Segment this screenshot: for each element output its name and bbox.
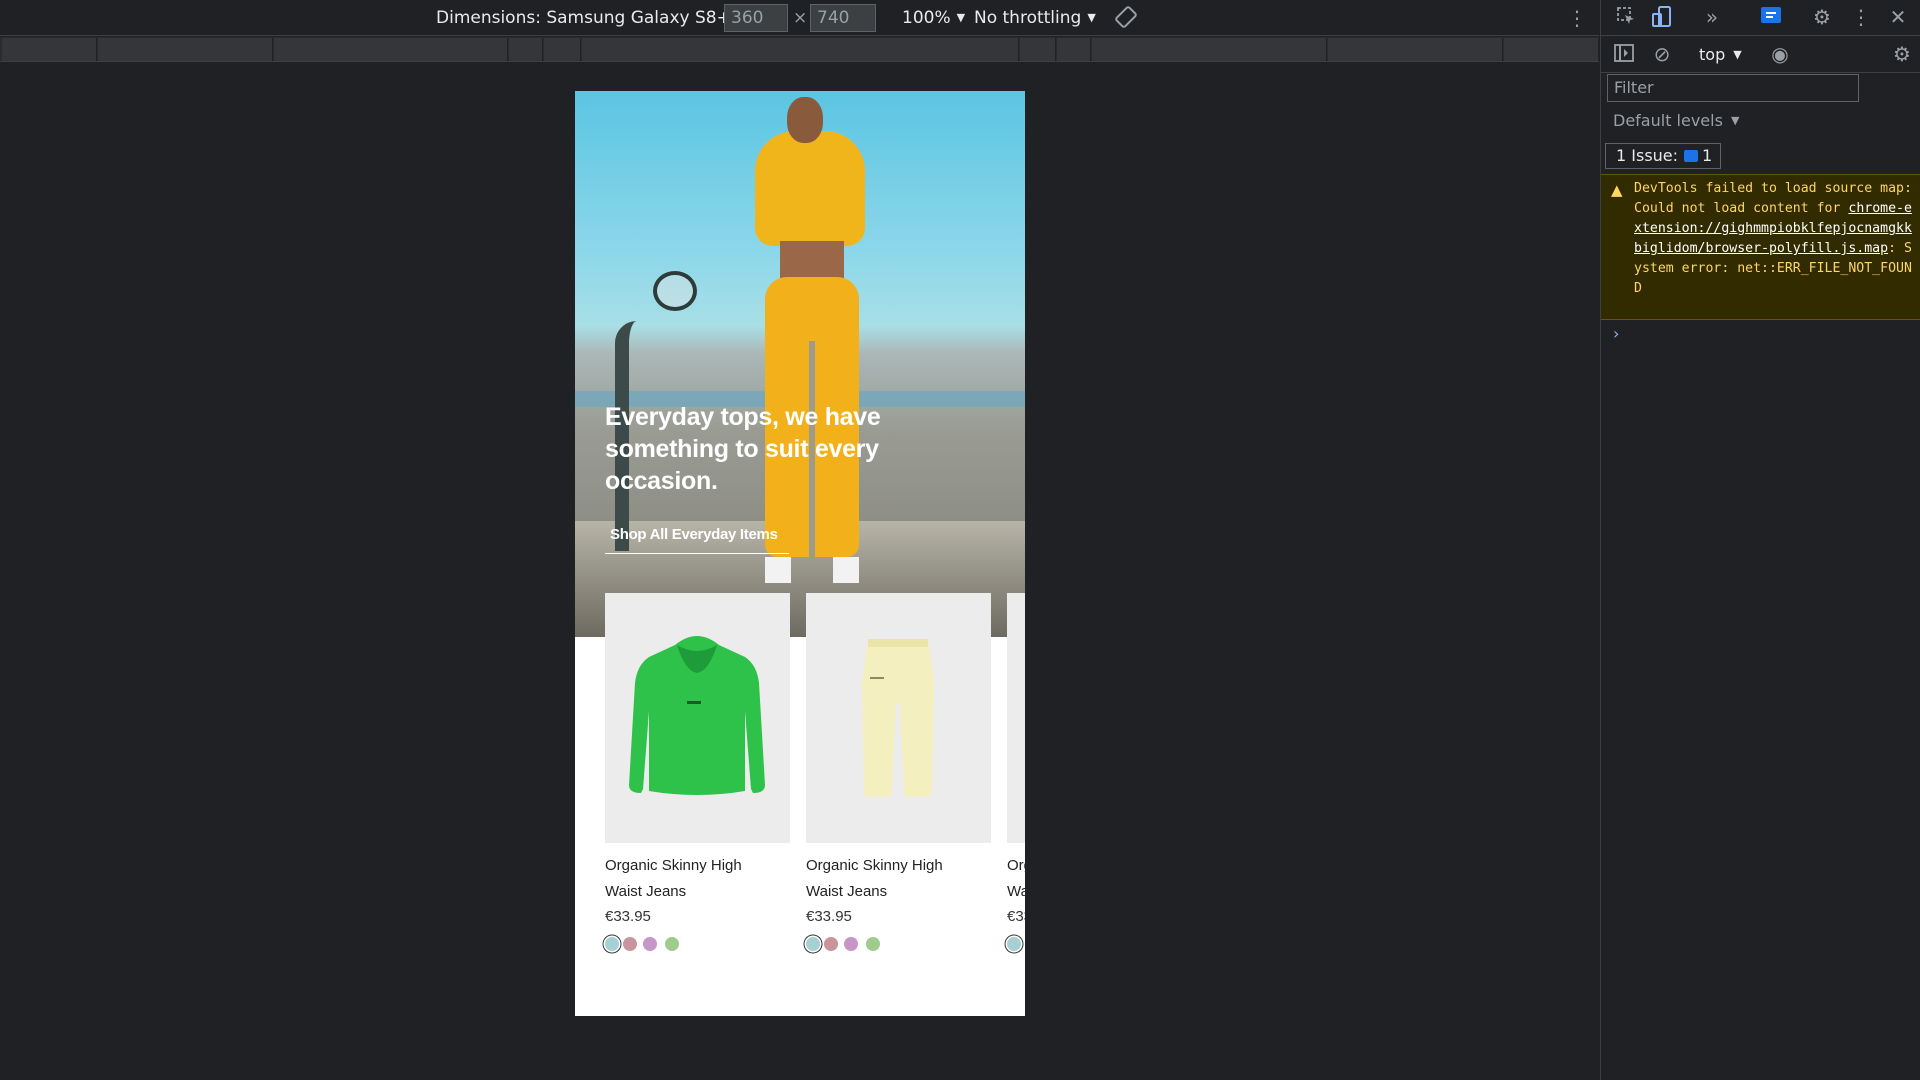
media-query-segment[interactable] [274, 38, 508, 61]
clear-console-icon[interactable]: ⊘ [1649, 42, 1675, 66]
zoom-label: 100% [902, 8, 951, 28]
hero-model-image [725, 91, 895, 591]
console-settings-icon[interactable]: ⚙ [1889, 42, 1915, 66]
warning-icon: ▲ [1611, 181, 1623, 199]
height-input[interactable]: 740 [810, 4, 876, 32]
console-prompt[interactable]: › [1613, 324, 1619, 343]
zoom-select[interactable]: 100% ▼ [902, 0, 965, 36]
dropdown-arrow-icon: ▼ [1730, 114, 1740, 127]
times-sign: × [793, 8, 808, 28]
product-carousel[interactable]: Organic Skinny High Waist Jeans €33.95 O… [605, 593, 1025, 973]
dropdown-arrow-icon: ▼ [1087, 11, 1096, 24]
product-name[interactable]: Organic Skinny High Waist Jeans [605, 853, 780, 905]
rotate-button[interactable] [1115, 0, 1137, 36]
throttle-select[interactable]: No throttling ▼ [974, 0, 1096, 36]
media-query-segment[interactable] [1504, 38, 1599, 61]
color-swatch[interactable] [824, 937, 838, 951]
issues-count: 1 [1702, 146, 1713, 165]
color-swatch[interactable] [643, 937, 657, 951]
sidebar-toggle-icon[interactable] [1611, 43, 1637, 67]
product-name[interactable]: Organic Skinny High Waist Jeans [806, 853, 981, 905]
shop-all-link[interactable]: Shop All Everyday Items [605, 522, 789, 554]
issues-counter-button[interactable]: 1 Issue: 1 [1605, 143, 1722, 169]
basketball-hoop [653, 271, 697, 311]
inspect-element-icon[interactable] [1613, 6, 1639, 31]
dropdown-arrow-icon: ▼ [1733, 48, 1742, 61]
media-query-segment[interactable] [98, 38, 273, 61]
close-icon[interactable]: ✕ [1885, 5, 1911, 29]
color-swatches [806, 937, 991, 953]
product-card[interactable]: Organic Skinny High Waist Jeans €33.95 [605, 593, 790, 953]
color-swatch[interactable] [806, 937, 820, 951]
console-filter-input[interactable]: Filter [1607, 74, 1859, 102]
log-levels-select[interactable]: Default levels ▼ [1613, 108, 1739, 134]
context-label: top [1699, 45, 1726, 64]
color-swatches [605, 937, 790, 953]
device-label: Dimensions: Samsung Galaxy S8+ [436, 8, 731, 28]
media-query-segment[interactable] [582, 38, 1019, 61]
color-swatches [1007, 937, 1025, 953]
issues-label: 1 Issue: [1616, 146, 1679, 165]
issue-message-icon [1684, 150, 1699, 162]
product-name[interactable]: Organic Skinny High Waist Jeans [1007, 853, 1025, 905]
width-input[interactable]: 360 [724, 4, 788, 32]
settings-icon[interactable]: ⚙ [1809, 5, 1835, 29]
more-tabs-icon[interactable]: » [1699, 5, 1725, 29]
product-price: €33.95 [605, 908, 651, 925]
media-query-segment[interactable] [544, 38, 581, 61]
color-swatch[interactable] [844, 937, 858, 951]
product-image[interactable] [1007, 593, 1025, 843]
device-toolbar-toggle-icon[interactable] [1649, 6, 1675, 33]
color-swatch[interactable] [605, 937, 619, 951]
product-card[interactable]: Organic Skinny High Waist Jeans €33.95 [806, 593, 991, 953]
console-toolbar: ⊘ top ▼ ◉ ⚙ [1601, 37, 1920, 73]
context-select[interactable]: top ▼ [1699, 43, 1742, 67]
media-query-segment[interactable] [1328, 38, 1503, 61]
more-options-icon[interactable]: ⋮ [1567, 0, 1587, 36]
issues-icon[interactable] [1758, 6, 1784, 31]
console-warning-message: ▲ DevTools failed to load source map: Co… [1601, 174, 1920, 320]
levels-label: Default levels [1613, 111, 1723, 130]
media-query-segment[interactable] [2, 38, 97, 61]
hero-heading: Everyday tops, we have something to suit… [605, 403, 881, 495]
live-expression-eye-icon[interactable]: ◉ [1767, 42, 1793, 66]
more-options-icon[interactable]: ⋮ [1848, 5, 1874, 29]
device-viewport: Everyday tops, we have something to suit… [575, 91, 1025, 1016]
color-swatch[interactable] [866, 937, 880, 951]
device-toolbar: Dimensions: Samsung Galaxy S8+▼ 360 × 74… [0, 0, 1599, 36]
product-image[interactable] [605, 593, 790, 843]
media-query-segment[interactable] [509, 38, 543, 61]
hoodie-image [629, 636, 765, 795]
throttle-label: No throttling [974, 8, 1082, 28]
media-query-segment[interactable] [1057, 38, 1091, 61]
devtools-toolbar: » ⚙ ⋮ ✕ [1601, 0, 1920, 36]
media-query-bar [0, 37, 1599, 62]
rotate-icon [1115, 6, 1137, 28]
color-swatch[interactable] [1007, 937, 1021, 951]
product-price: €33.95 [806, 908, 852, 925]
joggers-image [862, 639, 934, 797]
product-image[interactable] [806, 593, 991, 843]
dropdown-arrow-icon: ▼ [956, 11, 966, 24]
product-price: €33.95 [1007, 908, 1025, 925]
warning-text: DevTools failed to load source map: Coul… [1634, 179, 1914, 299]
devtools-panel: » ⚙ ⋮ ✕ ⊘ top ▼ ◉ ⚙ Filter Default levels… [1600, 0, 1920, 1080]
color-swatch[interactable] [665, 937, 679, 951]
product-card[interactable]: Organic Skinny High Waist Jeans €33.95 [1007, 593, 1025, 953]
color-swatch[interactable] [623, 937, 637, 951]
media-query-segment[interactable] [1020, 38, 1056, 61]
device-select[interactable]: Dimensions: Samsung Galaxy S8+▼ [436, 0, 745, 36]
media-query-segment[interactable] [1092, 38, 1327, 61]
hero-banner: Everyday tops, we have something to suit… [575, 91, 1025, 637]
